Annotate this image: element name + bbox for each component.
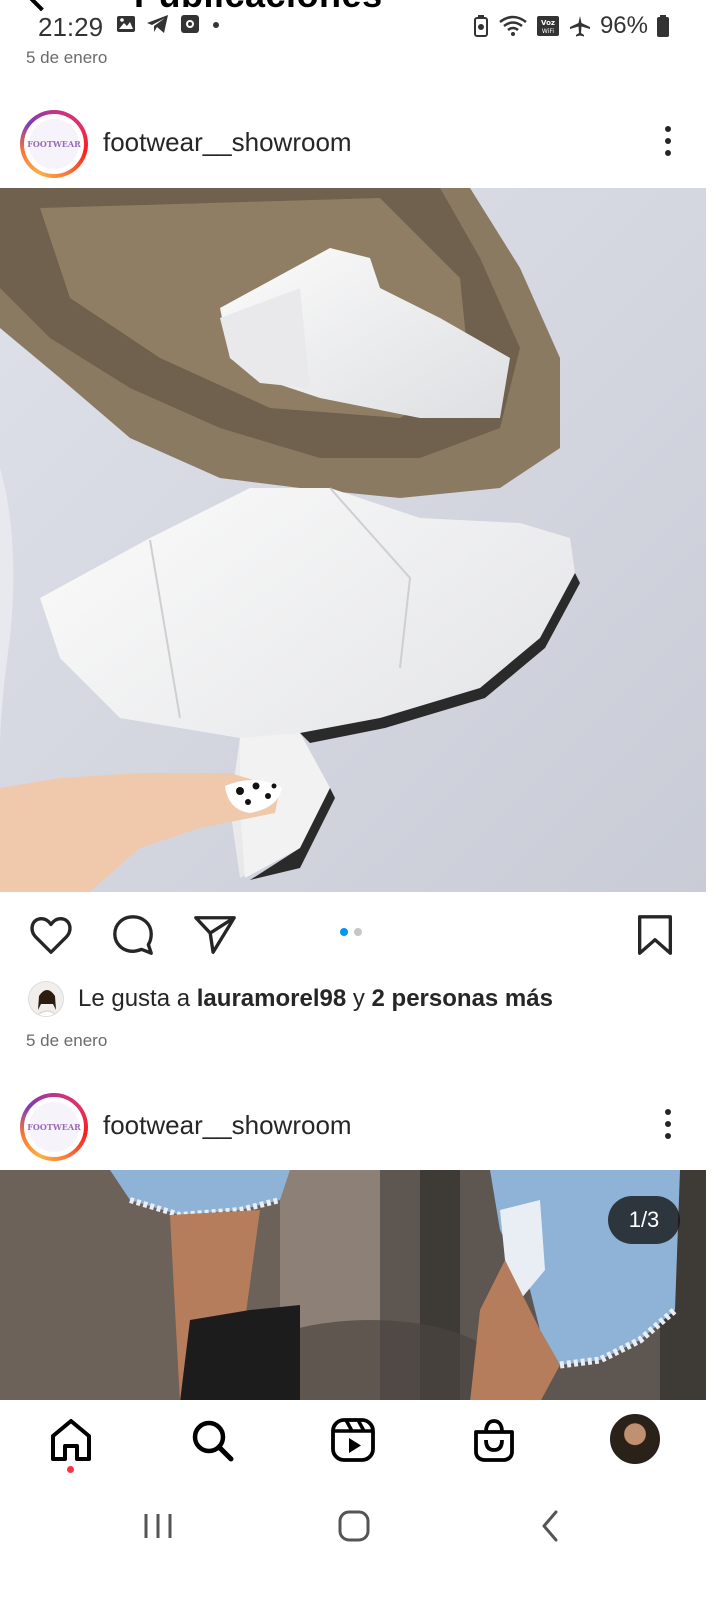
- status-bar: Publicaciones 21:29 VozWiFi 96%: [0, 0, 720, 52]
- post-image[interactable]: [0, 1170, 706, 1402]
- likes-others-link[interactable]: 2 personas más: [372, 985, 553, 1012]
- carousel-indicator: [340, 928, 362, 936]
- status-system-icons: Voz WiFi 96%: [472, 12, 670, 40]
- svg-text:Voz: Voz: [541, 19, 555, 27]
- more-options-icon[interactable]: [658, 1105, 678, 1145]
- search-icon[interactable]: [188, 1416, 236, 1464]
- post-date: 5 de enero: [26, 48, 108, 67]
- home-icon[interactable]: [47, 1416, 95, 1464]
- bookmark-icon[interactable]: [632, 912, 678, 958]
- battery-percentage: 96%: [599, 12, 648, 39]
- account-avatar[interactable]: FOOTWEAR: [20, 1093, 88, 1161]
- reels-icon[interactable]: [329, 1416, 377, 1464]
- likes-row[interactable]: Le gusta a lauramorel98 y 2 personas más: [28, 980, 553, 1018]
- likes-text: Le gusta a lauramorel98 y 2 personas más: [78, 985, 553, 1013]
- wifi-icon: [499, 15, 527, 36]
- recents-button-icon[interactable]: [138, 1506, 178, 1546]
- likes-connector: y: [346, 985, 372, 1012]
- telegram-icon: [147, 15, 168, 33]
- share-icon[interactable]: [192, 912, 238, 958]
- avatar-logo-text: FOOTWEAR: [27, 119, 81, 169]
- home-notification-dot: [67, 1466, 74, 1473]
- system-navigation-bar: [0, 1484, 720, 1600]
- post-header: FOOTWEAR footwear__showroom: [0, 1081, 720, 1171]
- likes-user-link[interactable]: lauramorel98: [197, 985, 346, 1012]
- bottom-navigation: [0, 1400, 720, 1484]
- home-button-icon[interactable]: [334, 1506, 374, 1546]
- status-time: 21:29: [38, 12, 104, 42]
- more-options-icon[interactable]: [658, 122, 678, 162]
- post-image[interactable]: [0, 188, 706, 892]
- heart-icon[interactable]: [28, 912, 74, 958]
- post-username[interactable]: footwear__showroom: [103, 127, 352, 158]
- profile-avatar[interactable]: [610, 1414, 660, 1464]
- shop-icon[interactable]: [470, 1416, 518, 1464]
- avatar-logo-text: FOOTWEAR: [27, 1102, 81, 1152]
- status-notification-icons: [116, 14, 222, 34]
- carousel-dot-active: [340, 928, 348, 936]
- likes-prefix: Le gusta a: [78, 985, 197, 1012]
- airplane-mode-icon: [569, 16, 590, 37]
- back-arrow-icon[interactable]: [22, 0, 60, 12]
- account-avatar[interactable]: FOOTWEAR: [20, 110, 88, 178]
- post-date: 5 de enero: [26, 1031, 108, 1050]
- battery-saver-icon: [473, 15, 488, 37]
- post-photo-jeans: [0, 1170, 706, 1402]
- post-photo-boots: [0, 188, 706, 892]
- back-button-icon[interactable]: [530, 1506, 570, 1546]
- post-username[interactable]: footwear__showroom: [103, 1110, 352, 1141]
- comment-icon[interactable]: [110, 912, 156, 958]
- liker-avatar[interactable]: [28, 981, 64, 1017]
- post-header: FOOTWEAR footwear__showroom: [0, 98, 720, 188]
- gallery-icon: [117, 16, 135, 32]
- battery-icon: [657, 15, 669, 37]
- vowifi-icon: VozWiFi: [536, 16, 559, 36]
- svg-text:WiFi: WiFi: [542, 28, 554, 35]
- carousel-counter-badge: 1/3: [608, 1196, 680, 1244]
- more-notifications-icon: [213, 22, 219, 28]
- carousel-dot: [354, 928, 362, 936]
- app-notification-icon: [181, 15, 199, 33]
